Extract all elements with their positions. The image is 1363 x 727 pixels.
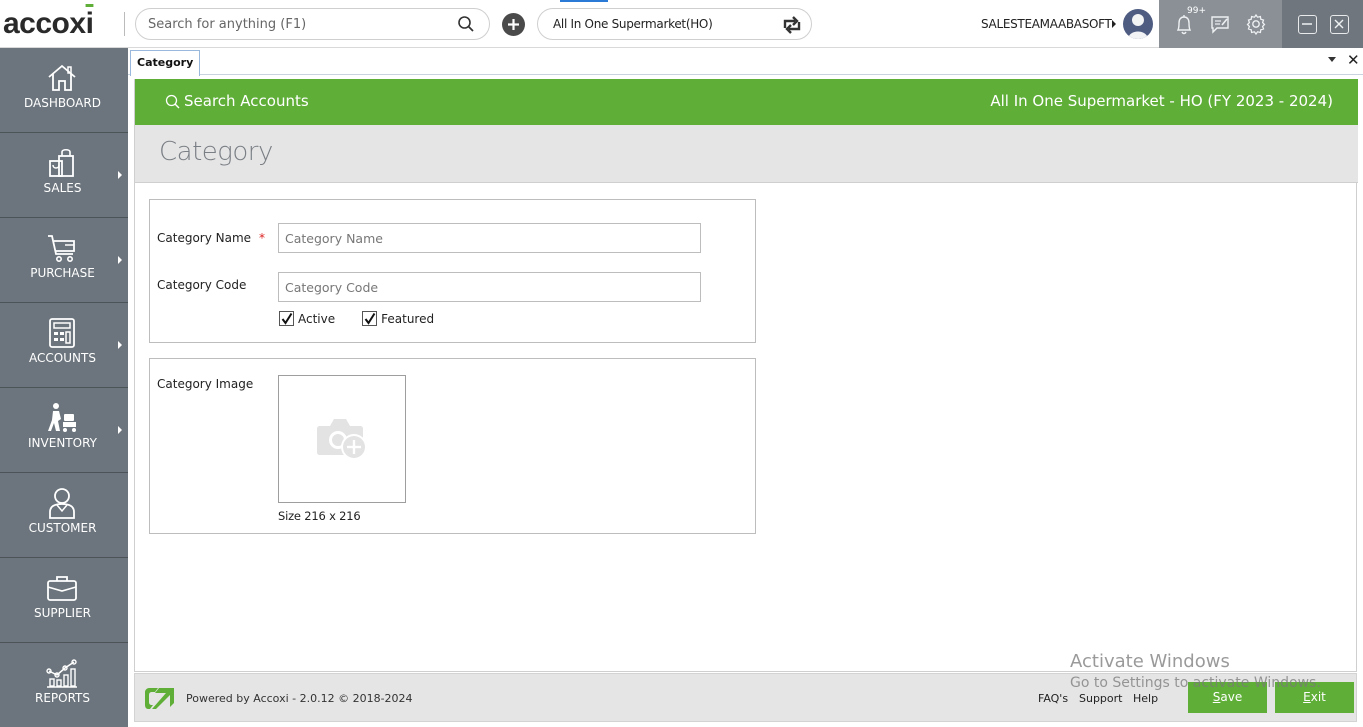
- checkbox-box[interactable]: [362, 311, 378, 326]
- sidebar-label: DASHBOARD: [24, 96, 101, 110]
- logo-accent: i: [85, 7, 94, 40]
- user-menu-caret-icon[interactable]: [1112, 20, 1116, 28]
- category-code-label: Category Code: [157, 278, 247, 292]
- shopping-bag-icon: [46, 147, 78, 179]
- tab-strip: Category ✕: [128, 48, 1363, 76]
- sidebar-label: REPORTS: [34, 691, 90, 705]
- plus-icon: [508, 19, 519, 30]
- accoxi-logo: accoxi: [3, 4, 94, 44]
- category-details-panel: Category Name* Category Code Active Feat…: [149, 199, 756, 343]
- help-link[interactable]: Help: [1133, 692, 1158, 705]
- cart-icon: [46, 232, 78, 264]
- sidebar-label: SUPPLIER: [33, 606, 92, 620]
- sidebar-label: PURCHASE: [30, 266, 95, 280]
- sidebar-item-customer[interactable]: CUSTOMER: [0, 473, 128, 558]
- sidebar: DASHBOARD SALES PURCHASE ACCOUNTS INVENT…: [0, 48, 128, 727]
- image-size-note: Size 216 x 216: [278, 509, 361, 523]
- chart-icon: [46, 657, 78, 689]
- message-icon[interactable]: [1209, 13, 1231, 35]
- close-tab-icon[interactable]: ✕: [1347, 51, 1360, 69]
- user-avatar-icon: [1128, 14, 1148, 39]
- save-button[interactable]: Save: [1188, 682, 1267, 713]
- category-code-input[interactable]: [278, 272, 701, 302]
- active-label: Active: [298, 311, 336, 326]
- search-accounts-button[interactable]: Search Accounts: [165, 92, 309, 110]
- required-mark: *: [259, 231, 266, 245]
- sidebar-label: SALES: [43, 181, 82, 195]
- image-upload-area[interactable]: [278, 375, 406, 503]
- page-header: Category: [135, 125, 1358, 183]
- exit-button[interactable]: Exit: [1275, 682, 1354, 713]
- gear-icon[interactable]: [1245, 13, 1267, 36]
- minimize-icon: [1302, 23, 1312, 25]
- refresh-icon[interactable]: [781, 15, 803, 35]
- page-title: Category: [159, 137, 273, 167]
- person-icon: [46, 487, 78, 519]
- status-checkboxes: Active Featured: [279, 311, 461, 326]
- tab-category[interactable]: Category: [130, 50, 201, 76]
- checkmark-icon: [364, 312, 376, 325]
- search-icon[interactable]: [457, 15, 475, 33]
- avatar[interactable]: [1123, 9, 1153, 39]
- category-image-label: Category Image: [157, 377, 254, 391]
- company-selector[interactable]: All In One Supermarket(HO): [537, 8, 812, 40]
- bell-icon[interactable]: [1173, 13, 1195, 35]
- footer: Powered by Accoxi - 2.0.12 © 2018-2024 F…: [134, 673, 1357, 722]
- support-link[interactable]: Support: [1079, 692, 1122, 705]
- powered-by-text: Powered by Accoxi - 2.0.12 © 2018-2024: [186, 692, 413, 705]
- featured-label: Featured: [381, 311, 435, 326]
- sidebar-label: ACCOUNTS: [29, 351, 96, 365]
- submenu-arrow-icon: [118, 256, 122, 264]
- sidebar-label: INVENTORY: [28, 436, 97, 450]
- camera-add-icon: [317, 419, 367, 460]
- window-controls: [1282, 0, 1363, 48]
- faqs-link[interactable]: FAQ's: [1038, 692, 1068, 705]
- sidebar-item-inventory[interactable]: INVENTORY: [0, 388, 128, 473]
- top-bar: accoxi All In One Supermarket(HO) SALEST…: [0, 0, 1363, 48]
- submenu-arrow-icon: [118, 171, 122, 179]
- home-icon: [46, 62, 78, 94]
- user-name[interactable]: SALESTEAMAABASOFT: [981, 17, 1112, 31]
- notification-badge: 99+: [1187, 6, 1206, 16]
- accoxi-footer-logo-icon: [144, 687, 175, 710]
- global-search-input[interactable]: [148, 9, 448, 39]
- calculator-icon: [46, 317, 78, 349]
- checkbox-box[interactable]: [279, 311, 294, 326]
- sidebar-item-sales[interactable]: SALES: [0, 133, 128, 218]
- checkmark-icon: [281, 312, 293, 325]
- minimize-button[interactable]: [1298, 15, 1317, 34]
- submenu-arrow-icon: [118, 341, 122, 349]
- category-name-input[interactable]: [278, 223, 701, 253]
- company-selector-label: All In One Supermarket(HO): [553, 17, 713, 31]
- sidebar-item-dashboard[interactable]: DASHBOARD: [0, 48, 128, 133]
- trolley-icon: [46, 402, 78, 434]
- close-app-button[interactable]: [1330, 15, 1349, 34]
- header-bar: Search Accounts All In One Supermarket -…: [135, 79, 1358, 125]
- global-search[interactable]: [135, 8, 490, 40]
- logo-text: accoxi: [3, 7, 94, 40]
- featured-checkbox[interactable]: Featured: [362, 311, 434, 326]
- category-image-panel: Category Image Size 216 x 216: [149, 358, 756, 534]
- sidebar-item-accounts[interactable]: ACCOUNTS: [0, 303, 128, 388]
- content-area: Search Accounts All In One Supermarket -…: [134, 79, 1358, 672]
- sidebar-item-purchase[interactable]: PURCHASE: [0, 218, 128, 303]
- company-fy-title: All In One Supermarket - HO (FY 2023 - 2…: [990, 92, 1333, 110]
- sidebar-item-reports[interactable]: REPORTS: [0, 643, 128, 727]
- close-icon: [1334, 19, 1344, 29]
- sidebar-label: CUSTOMER: [28, 521, 97, 535]
- tab-list-dropdown-icon[interactable]: [1328, 57, 1336, 62]
- search-icon: [165, 94, 180, 108]
- search-accounts-label: Search Accounts: [184, 92, 309, 110]
- submenu-arrow-icon: [118, 426, 122, 434]
- sidebar-item-supplier[interactable]: SUPPLIER: [0, 558, 128, 643]
- active-indicator: [560, 0, 608, 2]
- category-name-label: Category Name *: [157, 231, 266, 245]
- briefcase-icon: [46, 572, 78, 604]
- logo-divider: [124, 12, 125, 36]
- add-button[interactable]: [502, 13, 525, 36]
- active-checkbox[interactable]: Active: [279, 311, 335, 326]
